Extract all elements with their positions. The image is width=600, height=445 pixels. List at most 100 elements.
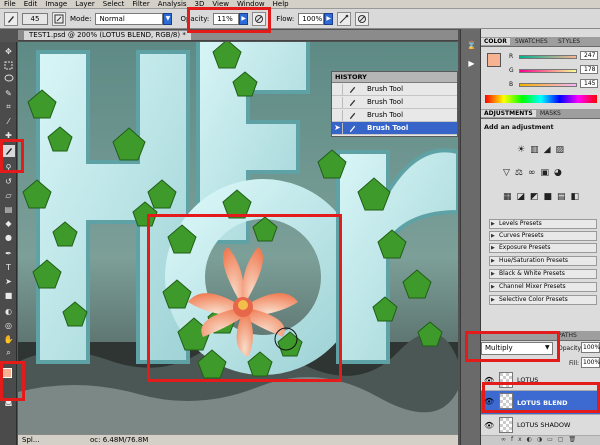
brush-tool-icon[interactable] [2,145,15,157]
gradient-tool-icon[interactable]: ▤ [2,203,15,215]
move-tool-icon[interactable]: ✥ [2,45,15,57]
menu-image[interactable]: Image [41,0,71,9]
menu-analysis[interactable]: Analysis [154,0,191,9]
mode-select[interactable]: Normal [95,12,164,25]
red-slider[interactable] [519,55,577,59]
menu-3d[interactable]: 3D [191,0,209,9]
layer-visibility-eye-icon[interactable]: 👁 [484,376,494,385]
opacity-label: Opacity: [180,14,210,23]
foreground-color-swatch[interactable] [2,368,12,378]
layer-fill-input[interactable]: 100% [581,357,600,368]
blend-mode-select[interactable]: Multiply [481,342,553,355]
crop-tool-icon[interactable]: ⌗ [2,101,15,113]
history-step[interactable]: Brush Tool [332,109,457,122]
flow-slider-arrow-icon[interactable]: ▶ [324,12,334,25]
menu-view[interactable]: View [208,0,233,9]
eraser-tool-icon[interactable]: ▱ [2,189,15,201]
history-title: HISTORY [335,73,367,81]
tab-adjustments[interactable]: ADJUSTMENTS [481,110,536,117]
layer-row-lotus-blend[interactable]: 👁 LOTUS BLEND [481,391,600,415]
blue-slider[interactable] [519,83,577,87]
marquee-tool-icon[interactable] [2,59,15,71]
history-brush-tool-icon[interactable]: ↺ [2,175,15,187]
tablet-pressure-opacity-icon[interactable] [252,11,267,26]
clone-stamp-tool-icon[interactable]: ⚲ [2,161,15,173]
tab-styles[interactable]: STYLES [555,38,583,45]
history-step[interactable]: Brush Tool [332,96,457,109]
right-panels: COLOR SWATCHES STYLES R 247 G 178 B 145 … [481,29,600,445]
airbrush-icon[interactable] [337,11,352,26]
layer-opacity-label: Opacity: [558,345,583,352]
zoom-tool-icon[interactable]: ⌕ [2,347,15,359]
hand-tool-icon[interactable]: ✋ [2,333,15,345]
lasso-tool-icon[interactable] [2,73,15,85]
layer-row-lotus-shadow[interactable]: 👁 LOTUS SHADOW [481,415,600,436]
opacity-input[interactable]: 11% [213,12,240,25]
menu-layer[interactable]: Layer [71,0,99,9]
brush-step-icon [349,125,356,133]
history-step-label: Brush Tool [367,124,409,132]
menu-window[interactable]: Window [233,0,269,9]
tab-swatches[interactable]: SWATCHES [512,38,551,45]
blur-tool-icon[interactable]: ◆ [2,217,15,229]
opacity-slider-arrow-icon[interactable]: ▶ [239,12,249,25]
adjustment-icons-row-2[interactable]: ▽⚖∞▣◕ [503,168,567,178]
document-tab-title[interactable]: TEST1.psd @ 200% (LOTUS BLEND, RGB/8) * [24,31,191,40]
blue-value[interactable]: 145 [580,79,598,88]
brush-tool-preset-icon[interactable] [4,11,18,26]
preset-channel-mixer[interactable]: Channel Mixer Presets [489,282,597,292]
red-value[interactable]: 247 [580,51,598,60]
healing-brush-tool-icon[interactable]: ✚ [2,129,15,141]
quick-selection-tool-icon[interactable]: ✎ [2,87,15,99]
dock-actions-icon[interactable]: ▶ [465,57,478,69]
layer-opacity-input[interactable]: 100% [581,342,600,353]
mode-dropdown-chevron-icon[interactable]: ▼ [163,12,173,25]
adjustment-icons-row-3[interactable]: ▦◪◩■▤◧ [503,192,584,202]
menu-filter[interactable]: Filter [128,0,153,9]
tab-paths[interactable]: PATHS [555,332,580,339]
eyedropper-tool-icon[interactable]: ⁄ [2,115,15,127]
status-zoom[interactable]: Spl... [22,436,40,444]
preset-selective-color[interactable]: Selective Color Presets [489,295,597,305]
path-selection-tool-icon[interactable]: ➤ [2,275,15,287]
layer-row-lotus[interactable]: 👁 LOTUS [481,370,600,391]
blend-mode-chevron-icon[interactable]: ▼ [545,344,550,351]
preset-black-white[interactable]: Black & White Presets [489,269,597,279]
layer-visibility-eye-icon[interactable]: 👁 [484,421,494,430]
menu-file[interactable]: File [0,0,20,9]
dock-history-icon[interactable]: ⌛ [465,39,478,51]
layers-footer-icons[interactable]: ∞fx◐◑▭▢🗑 [481,436,600,445]
flow-input[interactable]: 100% [298,12,325,25]
layer-visibility-eye-icon[interactable]: 👁 [484,397,494,406]
green-value[interactable]: 178 [580,65,598,74]
3d-rotate-tool-icon[interactable]: ◐ [2,305,15,317]
status-doc-size[interactable]: oc: 6.48M/76.8M [90,436,148,444]
tablet-pressure-size-icon[interactable] [355,11,370,26]
history-step[interactable]: Brush Tool [332,83,457,96]
tab-color[interactable]: COLOR [481,38,510,45]
3d-orbit-tool-icon[interactable]: ◎ [2,319,15,331]
adjustment-icons-row-1[interactable]: ☀▥◢▨ [517,145,569,155]
brush-panel-toggle-icon[interactable] [52,11,66,26]
menu-edit[interactable]: Edit [20,0,42,9]
preset-curves[interactable]: Curves Presets [489,231,597,241]
color-panel-foreground-swatch[interactable] [487,53,501,67]
pen-tool-icon[interactable]: ✒ [2,247,15,259]
brush-size-picker[interactable]: 45 [22,12,48,25]
dodge-tool-icon[interactable]: ● [2,231,15,243]
history-step-selected[interactable]: ➤ Brush Tool [332,122,457,135]
preset-hue-saturation[interactable]: Hue/Saturation Presets [489,256,597,266]
shape-tool-icon[interactable]: ■ [2,289,15,301]
tab-masks[interactable]: MASKS [537,110,564,117]
green-slider[interactable] [519,69,577,73]
history-panel-header[interactable]: HISTORY [332,72,457,83]
quick-mask-icon[interactable]: ◙ [2,395,15,407]
preset-levels[interactable]: Levels Presets [489,219,597,229]
preset-exposure[interactable]: Exposure Presets [489,243,597,253]
menu-help[interactable]: Help [269,0,293,9]
type-tool-icon[interactable]: T [2,261,15,273]
spectrum-ramp[interactable] [485,95,597,103]
layer-thumbnail [499,417,513,433]
blue-label: B [509,81,514,88]
menu-select[interactable]: Select [99,0,129,9]
